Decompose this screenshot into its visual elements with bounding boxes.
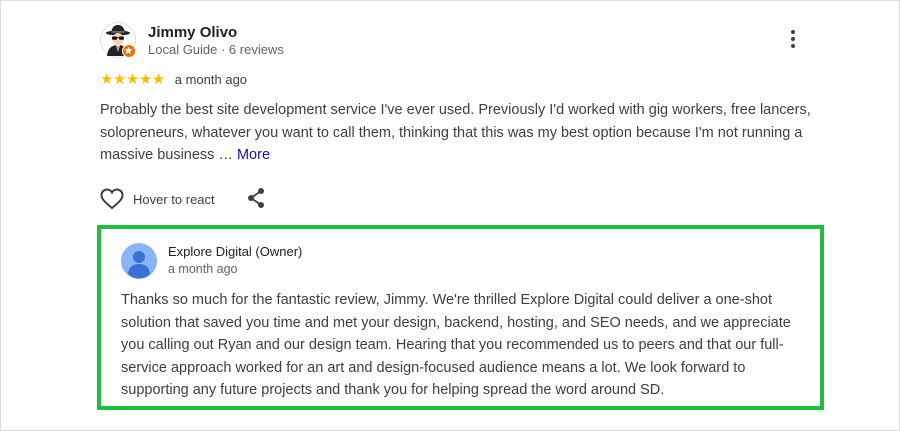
owner-name: Explore Digital (Owner)	[168, 244, 303, 259]
rating-row: ★★★★★ a month ago	[100, 70, 247, 88]
spy-avatar-icon[interactable]	[100, 22, 136, 58]
review-actions: Hover to react	[100, 187, 264, 211]
star-rating: ★★★★★	[100, 71, 165, 88]
more-link[interactable]: More	[237, 147, 270, 163]
author-name[interactable]: Jimmy Olivo	[148, 24, 237, 41]
share-icon[interactable]	[246, 187, 266, 209]
review-date: a month ago	[174, 71, 248, 87]
review-header: Jimmy Olivo Local Guide · 6 reviews	[100, 20, 820, 62]
owner-response: Explore Digital (Owner) a month ago Than…	[97, 225, 824, 410]
more-vert-icon[interactable]	[786, 30, 800, 52]
owner-response-date: a month ago	[168, 262, 238, 276]
author-meta: Local Guide · 6 reviews	[148, 42, 284, 57]
review-text: Probably the best site development servi…	[100, 99, 820, 167]
review: Jimmy Olivo Local Guide · 6 reviews ★★★★…	[100, 20, 820, 210]
local-guide-star-icon	[122, 44, 136, 58]
review-text-content: Probably the best site development servi…	[100, 102, 811, 163]
react-label[interactable]: Hover to react	[133, 192, 215, 207]
heart-outline-icon[interactable]	[100, 188, 124, 210]
owner-response-text: Thanks so much for the fantastic review,…	[121, 292, 791, 398]
default-profile-icon	[121, 243, 157, 279]
